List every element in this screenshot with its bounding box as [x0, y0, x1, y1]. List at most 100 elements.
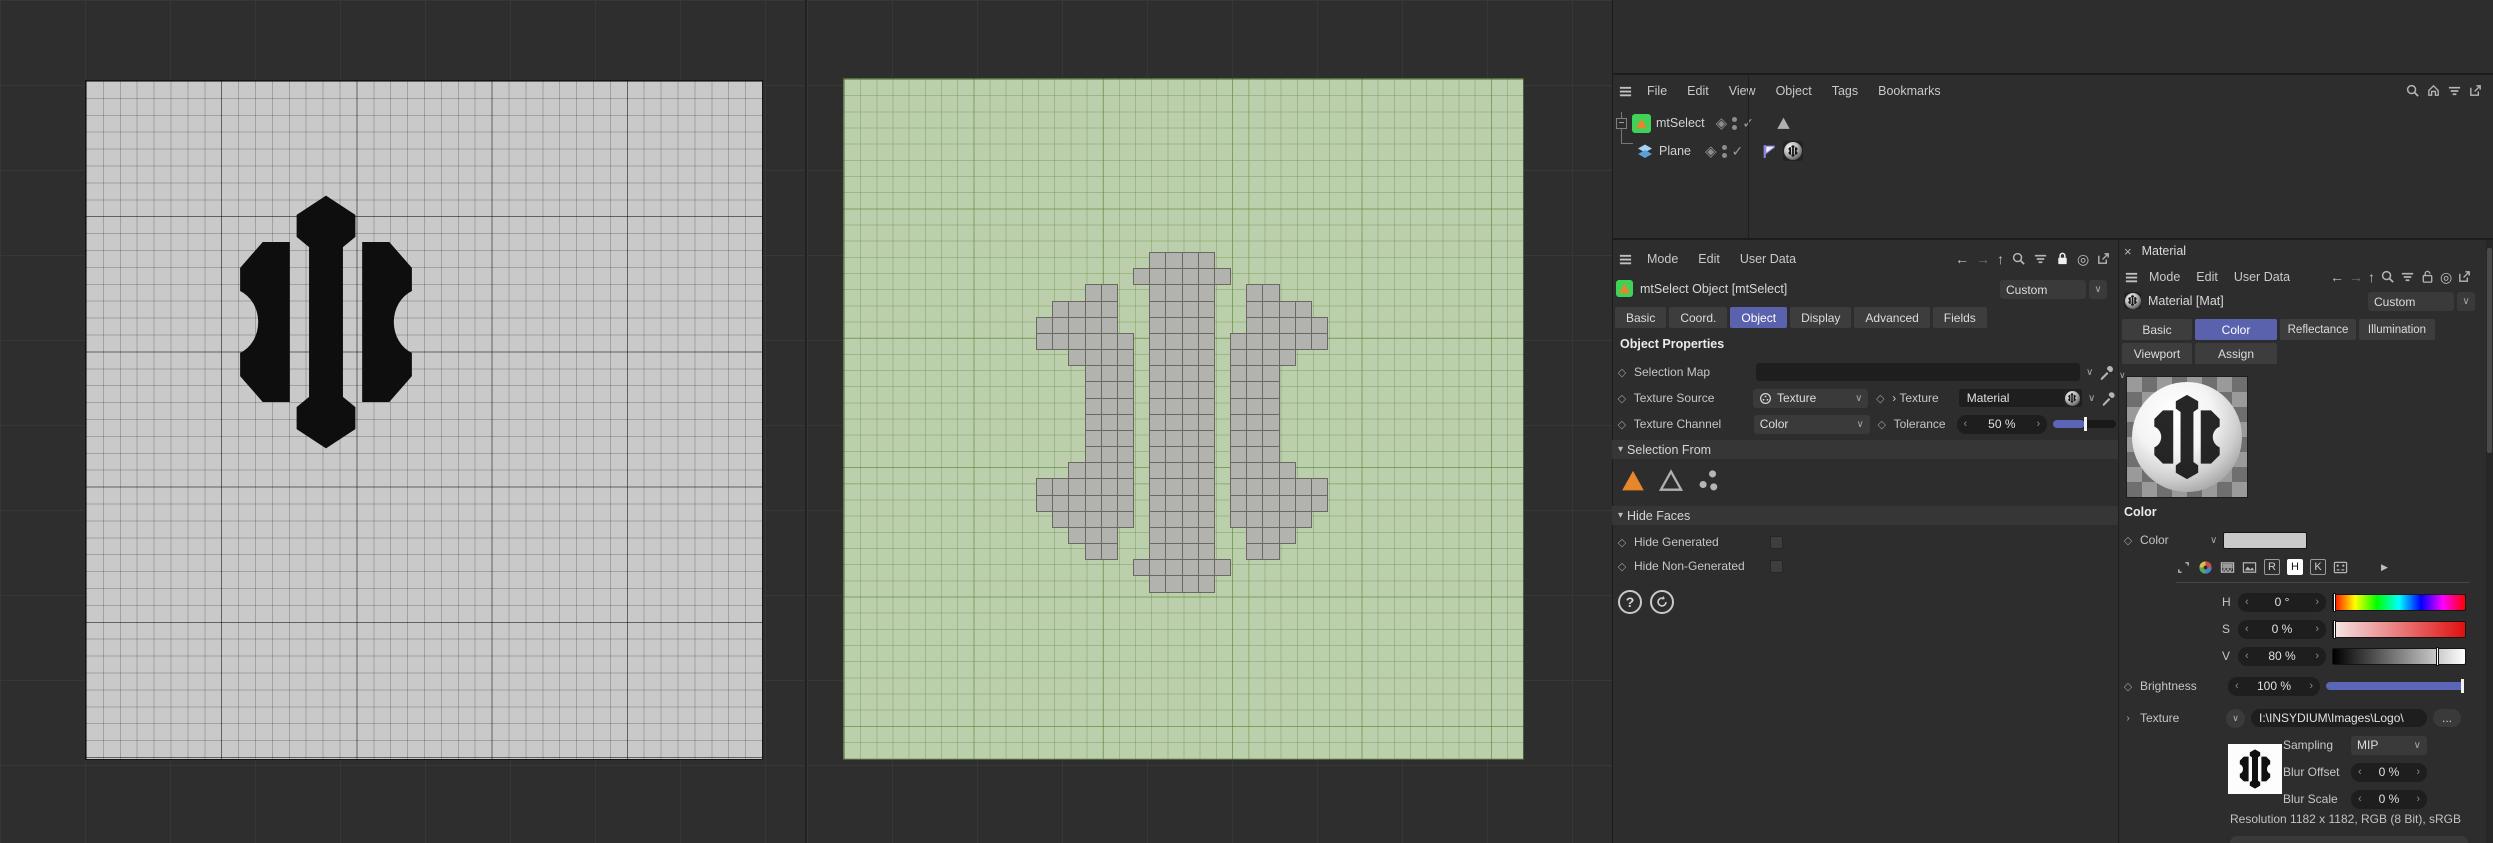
- scene-viewport[interactable]: [807, 0, 1612, 843]
- home-icon[interactable]: [2426, 83, 2441, 98]
- tab-color[interactable]: Color: [2195, 319, 2277, 340]
- texture-source-dropdown[interactable]: Texture ∨: [1752, 388, 1869, 408]
- key-diamond-icon[interactable]: ◇: [2122, 534, 2134, 547]
- color-wheel-icon[interactable]: [2198, 560, 2213, 575]
- forward-icon[interactable]: →: [1976, 252, 1990, 266]
- collapse-expander-icon[interactable]: −: [1616, 117, 1627, 129]
- saturation-spinner[interactable]: ‹ 0 % ›: [2238, 619, 2326, 639]
- mat-menu-edit[interactable]: Edit: [2188, 270, 2226, 284]
- saturation-slider[interactable]: [2332, 619, 2466, 639]
- am-preset-chevron[interactable]: ∨: [2089, 280, 2107, 299]
- texture-plane[interactable]: [85, 80, 763, 760]
- popout-icon[interactable]: [2468, 83, 2483, 98]
- visibility-dots-icon[interactable]: [1721, 144, 1727, 158]
- help-button[interactable]: ?: [1618, 590, 1642, 614]
- plane-object-view[interactable]: [843, 78, 1524, 760]
- om-menu-view[interactable]: View: [1719, 84, 1766, 98]
- key-diamond-icon[interactable]: ◇: [1876, 418, 1888, 431]
- polygons-filled-icon[interactable]: [1620, 468, 1646, 494]
- filter-icon[interactable]: [2447, 83, 2462, 98]
- key-diamond-icon[interactable]: ◇: [1616, 366, 1628, 379]
- material-tag-icon[interactable]: [1783, 141, 1804, 161]
- material-panel-tab[interactable]: Material: [2142, 244, 2186, 258]
- key-diamond-icon[interactable]: ◇: [1616, 392, 1628, 405]
- image-picker-icon[interactable]: [2242, 560, 2257, 575]
- selection-map-field[interactable]: [1756, 363, 2080, 381]
- om-menu-bookmarks[interactable]: Bookmarks: [1868, 84, 1951, 98]
- up-icon[interactable]: ↑: [1997, 252, 2004, 266]
- section-collapse-icon[interactable]: ▾: [1618, 510, 1623, 521]
- tolerance-slider[interactable]: [2053, 417, 2116, 431]
- mtselect-object-icon[interactable]: [1632, 113, 1651, 133]
- lock-icon[interactable]: [2055, 251, 2070, 266]
- texture-channel-dropdown[interactable]: Color ∨: [1753, 414, 1870, 434]
- key-diamond-icon[interactable]: ◇: [1874, 392, 1886, 405]
- object-row-mtselect[interactable]: − mtSelect ◈ ✓: [1616, 110, 1791, 136]
- lock-icon[interactable]: [2420, 269, 2435, 284]
- tab-fields[interactable]: Fields: [1932, 307, 1987, 328]
- mat-scrollbar[interactable]: [2486, 240, 2493, 843]
- tab-display[interactable]: Display: [1790, 307, 1852, 328]
- filter-icon[interactable]: [2400, 269, 2415, 284]
- value-spinner[interactable]: ‹ 80 % ›: [2238, 646, 2326, 666]
- chevron-down-icon[interactable]: ∨: [2086, 367, 2093, 378]
- search-icon[interactable]: [2380, 269, 2395, 284]
- hue-spinner[interactable]: ‹ 0 ° ›: [2238, 592, 2326, 612]
- am-menu-edit[interactable]: Edit: [1688, 252, 1730, 266]
- filter-icon[interactable]: [2033, 251, 2048, 266]
- tab-basic[interactable]: Basic: [2122, 319, 2192, 340]
- texture-options-icon[interactable]: ∨: [2226, 708, 2245, 728]
- texture-viewport[interactable]: [0, 0, 805, 843]
- key-diamond-icon[interactable]: ◇: [1616, 418, 1628, 431]
- mat-preset-chevron[interactable]: ∨: [2457, 292, 2475, 311]
- key-diamond-icon[interactable]: ◇: [1616, 536, 1628, 549]
- tab-coord[interactable]: Coord.: [1669, 307, 1728, 328]
- brightness-spinner[interactable]: ‹ 100 % ›: [2228, 676, 2320, 696]
- tab-assign[interactable]: Assign: [2195, 343, 2277, 364]
- enabled-check-icon[interactable]: ✓: [1732, 144, 1744, 158]
- polygon-selection-tag-icon[interactable]: [1761, 143, 1778, 160]
- eyedropper-icon[interactable]: [2099, 365, 2114, 380]
- chevron-down-icon[interactable]: ∨: [2210, 535, 2217, 546]
- triangle-tag-icon[interactable]: [1776, 115, 1791, 130]
- layer-icon[interactable]: ◈: [1716, 116, 1728, 131]
- picker-more-icon[interactable]: ▶: [2381, 562, 2388, 573]
- hsv-mode-button[interactable]: H: [2287, 559, 2303, 575]
- panel-menu-icon[interactable]: [1618, 84, 1633, 99]
- blur-offset-spinner[interactable]: ‹ 0 % ›: [2351, 762, 2427, 782]
- mat-preset-dropdown[interactable]: Custom: [2368, 292, 2454, 311]
- spectrum-picker-icon[interactable]: [2220, 560, 2235, 575]
- browse-button[interactable]: ...: [2433, 709, 2461, 727]
- target-icon[interactable]: ◎: [2440, 270, 2452, 284]
- back-icon[interactable]: ←: [1955, 252, 1969, 266]
- blur-scale-spinner[interactable]: ‹ 0 % ›: [2351, 789, 2427, 809]
- hide-non-generated-checkbox[interactable]: [1770, 559, 1783, 573]
- am-menu-userdata[interactable]: User Data: [1730, 252, 1806, 266]
- tolerance-spinner[interactable]: ‹ 50 % ›: [1956, 414, 2048, 434]
- object-label[interactable]: mtSelect: [1656, 116, 1705, 130]
- key-diamond-icon[interactable]: ◇: [1616, 560, 1628, 573]
- close-icon[interactable]: ×: [2124, 244, 2132, 259]
- search-icon[interactable]: [2405, 83, 2420, 98]
- hide-generated-checkbox[interactable]: [1770, 535, 1783, 549]
- value-slider[interactable]: [2332, 646, 2466, 666]
- texture-thumbnail[interactable]: [2228, 744, 2282, 794]
- hue-slider[interactable]: [2332, 592, 2466, 612]
- compact-picker-icon[interactable]: [2176, 560, 2191, 575]
- color-swatch[interactable]: [2223, 531, 2308, 549]
- om-menu-edit[interactable]: Edit: [1677, 84, 1719, 98]
- visibility-dots-icon[interactable]: [1732, 116, 1738, 130]
- selection-from-section[interactable]: ▾ Selection From: [1612, 440, 2118, 459]
- material-preview[interactable]: [2126, 376, 2248, 498]
- back-icon[interactable]: ←: [2330, 270, 2344, 284]
- texture-path-field[interactable]: I:\INSYDIUM\Images\Logo\: [2251, 709, 2427, 727]
- tab-advanced[interactable]: Advanced: [1854, 307, 1930, 328]
- hide-faces-section[interactable]: ▾ Hide Faces: [1612, 506, 2118, 525]
- popout-icon[interactable]: [2096, 251, 2111, 266]
- clipped-bottom-field[interactable]: [2230, 836, 2468, 843]
- section-collapse-icon[interactable]: ▾: [1618, 444, 1623, 455]
- forward-icon[interactable]: →: [2349, 270, 2363, 284]
- tab-reflectance[interactable]: Reflectance: [2280, 319, 2356, 340]
- eyedropper-icon[interactable]: [2101, 391, 2116, 406]
- tab-illumination[interactable]: Illumination: [2359, 319, 2435, 340]
